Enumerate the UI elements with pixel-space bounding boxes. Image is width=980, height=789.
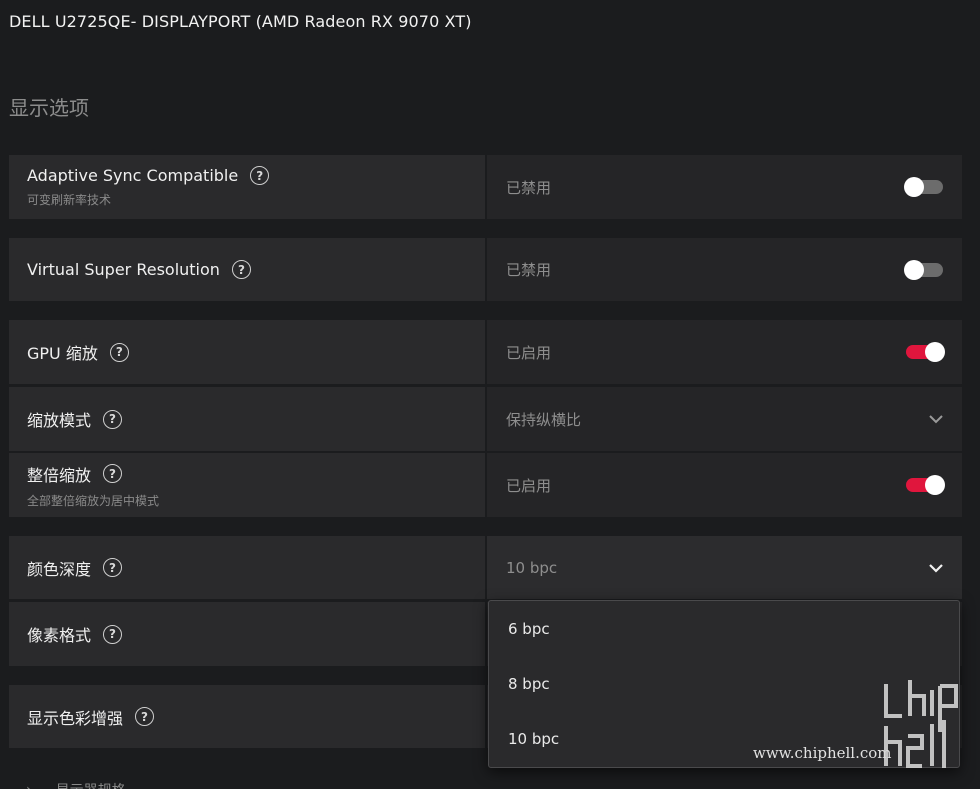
help-icon[interactable]: ? <box>231 260 251 279</box>
section-title: 显示选项 <box>9 96 89 120</box>
setting-value: 已禁用 <box>506 261 552 279</box>
setting-label: 整倍缩放 <box>27 465 92 485</box>
watermark-text: www.chiphell.com <box>753 744 892 762</box>
vsr-toggle[interactable] <box>904 259 943 280</box>
setting-subtitle: 全部整倍缩放为居中模式 <box>27 493 160 508</box>
setting-row-integer-scaling: 整倍缩放 ? 全部整倍缩放为居中模式 已启用 <box>9 453 962 517</box>
toggle-knob <box>904 177 924 197</box>
setting-label: 缩放模式 <box>27 411 92 430</box>
setting-value: 已启用 <box>506 343 552 362</box>
setting-label: 像素格式 <box>27 626 92 645</box>
display-specs-expander[interactable]: › 显示器规格 <box>26 780 126 789</box>
help-icon[interactable]: ? <box>103 409 123 429</box>
setting-value: 保持纵横比 <box>506 410 582 429</box>
chevron-right-icon: › <box>26 782 32 789</box>
toggle-knob <box>904 259 924 280</box>
setting-row-gpu-scaling: GPU 缩放 ? 已启用 <box>9 320 962 384</box>
chevron-down-icon <box>929 563 943 573</box>
setting-value: 10 bpc <box>506 558 558 577</box>
scaling-mode-select[interactable]: 保持纵横比 <box>487 387 962 451</box>
expander-label: 显示器规格 <box>56 780 126 789</box>
gpu-scaling-toggle[interactable] <box>906 342 945 362</box>
integer-scaling-toggle[interactable] <box>906 475 945 495</box>
setting-row-color-depth: 颜色深度 ? 10 bpc <box>9 536 962 599</box>
setting-label: GPU 缩放 <box>27 344 98 363</box>
help-icon[interactable]: ? <box>109 342 129 362</box>
toggle-knob <box>925 342 945 362</box>
toggle-knob <box>925 475 945 495</box>
setting-row-scaling-mode: 缩放模式 ? 保持纵横比 <box>9 387 962 451</box>
color-depth-select[interactable]: 10 bpc <box>487 536 962 599</box>
window-title: DELL U2725QE- DISPLAYPORT (AMD Radeon RX… <box>9 12 472 31</box>
dropdown-option[interactable]: 6 bpc <box>489 601 959 656</box>
help-icon[interactable]: ? <box>135 707 155 726</box>
setting-row-adaptive-sync: Adaptive Sync Compatible ? 可变刷新率技术 已禁用 <box>9 155 962 219</box>
chevron-down-icon <box>929 415 943 424</box>
help-icon[interactable]: ? <box>103 558 123 577</box>
setting-subtitle: 可变刷新率技术 <box>27 193 112 207</box>
setting-value: 已禁用 <box>506 178 552 197</box>
setting-label: 颜色深度 <box>27 559 92 579</box>
help-icon[interactable]: ? <box>103 464 123 483</box>
help-icon[interactable]: ? <box>103 624 123 644</box>
setting-value: 已启用 <box>506 476 552 495</box>
setting-label: Adaptive Sync Compatible <box>27 166 239 185</box>
setting-label: 显示色彩增强 <box>27 708 124 728</box>
setting-row-vsr: Virtual Super Resolution ? 已禁用 <box>9 238 962 301</box>
chiphell-logo-icon <box>884 680 958 768</box>
help-icon[interactable]: ? <box>250 166 270 185</box>
adaptive-sync-toggle[interactable] <box>904 177 943 197</box>
setting-label: Virtual Super Resolution <box>27 260 220 279</box>
